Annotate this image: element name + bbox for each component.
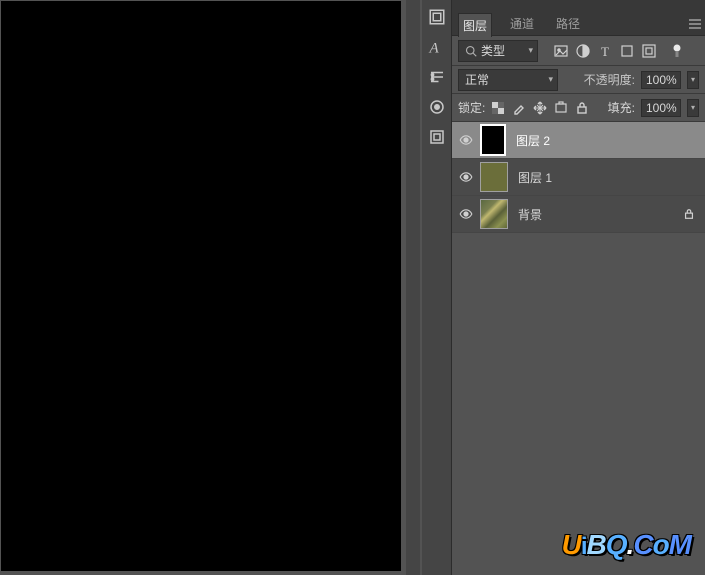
canvas[interactable] <box>2 2 400 570</box>
chevron-down-icon: ▾ <box>548 74 553 85</box>
svg-text:A: A <box>428 40 439 56</box>
lock-icons <box>491 101 589 115</box>
filter-shape-icon[interactable] <box>620 44 634 58</box>
opacity-value: 100% <box>646 73 677 87</box>
filter-icons: T <box>554 44 684 58</box>
blend-mode-label: 正常 <box>465 71 489 88</box>
watermark: UiBQ.CoM <box>562 529 691 561</box>
fill-label: 填充: <box>608 99 635 116</box>
eye-icon <box>459 135 473 145</box>
lock-paint-icon[interactable] <box>512 101 526 115</box>
lock-artboard-icon[interactable] <box>554 101 568 115</box>
tab-paths[interactable]: 路径 <box>552 12 584 36</box>
lock-label: 锁定: <box>458 99 485 116</box>
eye-icon <box>459 172 473 182</box>
chevron-down-icon: ▾ <box>528 45 533 56</box>
filter-type-label: 类型 <box>481 42 505 59</box>
blend-mode-row: 正常 ▾ 不透明度: 100% ▾ <box>452 66 705 94</box>
lock-icon <box>683 208 695 220</box>
brush-panel-icon[interactable] <box>424 94 450 120</box>
layer-thumbnail[interactable] <box>480 162 508 192</box>
lock-transparency-icon[interactable] <box>491 101 505 115</box>
layer-thumbnail[interactable] <box>480 199 508 229</box>
filter-toggle-icon[interactable] <box>670 44 684 58</box>
blend-mode-select[interactable]: 正常 ▾ <box>458 69 558 91</box>
filter-adjustment-icon[interactable] <box>576 44 590 58</box>
opacity-input[interactable]: 100% <box>641 71 681 89</box>
layer-list: 图层 2 图层 1 背景 <box>452 122 705 233</box>
panel-drag-strip[interactable] <box>452 0 705 12</box>
tab-layers[interactable]: 图层 <box>458 13 492 37</box>
libraries-panel-icon[interactable] <box>424 124 450 150</box>
visibility-toggle[interactable] <box>452 122 480 158</box>
search-icon <box>465 45 477 57</box>
filter-type-select[interactable]: 类型 ▾ <box>458 40 538 62</box>
opacity-dropdown-icon[interactable]: ▾ <box>687 71 699 89</box>
layer-row[interactable]: 图层 2 <box>452 122 705 159</box>
visibility-toggle[interactable] <box>452 159 480 195</box>
lock-all-icon[interactable] <box>575 101 589 115</box>
tab-channels[interactable]: 通道 <box>506 12 538 36</box>
visibility-toggle[interactable] <box>452 196 480 232</box>
layer-thumbnail[interactable] <box>480 124 506 156</box>
filter-text-icon[interactable]: T <box>598 44 612 58</box>
fill-dropdown-icon[interactable]: ▾ <box>687 99 699 117</box>
filter-pixel-icon[interactable] <box>554 44 568 58</box>
paragraph-panel-icon[interactable] <box>424 64 450 90</box>
history-icon[interactable] <box>424 4 450 30</box>
canvas-area <box>0 0 408 575</box>
layer-name[interactable]: 图层 1 <box>518 169 705 186</box>
fill-input[interactable]: 100% <box>641 99 681 117</box>
filter-smart-icon[interactable] <box>642 44 656 58</box>
layer-name[interactable]: 图层 2 <box>516 132 705 149</box>
opacity-label: 不透明度: <box>584 71 635 88</box>
panel-menu-icon[interactable] <box>689 18 701 32</box>
lock-position-icon[interactable] <box>533 101 547 115</box>
layer-name[interactable]: 背景 <box>518 206 683 223</box>
character-panel-icon[interactable]: A <box>424 34 450 60</box>
vertical-scrollbar[interactable] <box>406 0 420 575</box>
fill-value: 100% <box>646 101 677 115</box>
lock-row: 锁定: 填充: 100% ▾ <box>452 94 705 122</box>
eye-icon <box>459 209 473 219</box>
layer-row[interactable]: 背景 <box>452 196 705 233</box>
panel-tabs: 图层 通道 路径 <box>452 12 705 36</box>
layer-row[interactable]: 图层 1 <box>452 159 705 196</box>
collapsed-panels-column: A <box>422 0 452 575</box>
layers-panel: 图层 通道 路径 类型 ▾ T 正常 ▾ 不透明度: 100% ▾ <box>452 0 705 575</box>
svg-text:T: T <box>601 44 609 58</box>
layer-filter-row: 类型 ▾ T <box>452 36 705 66</box>
